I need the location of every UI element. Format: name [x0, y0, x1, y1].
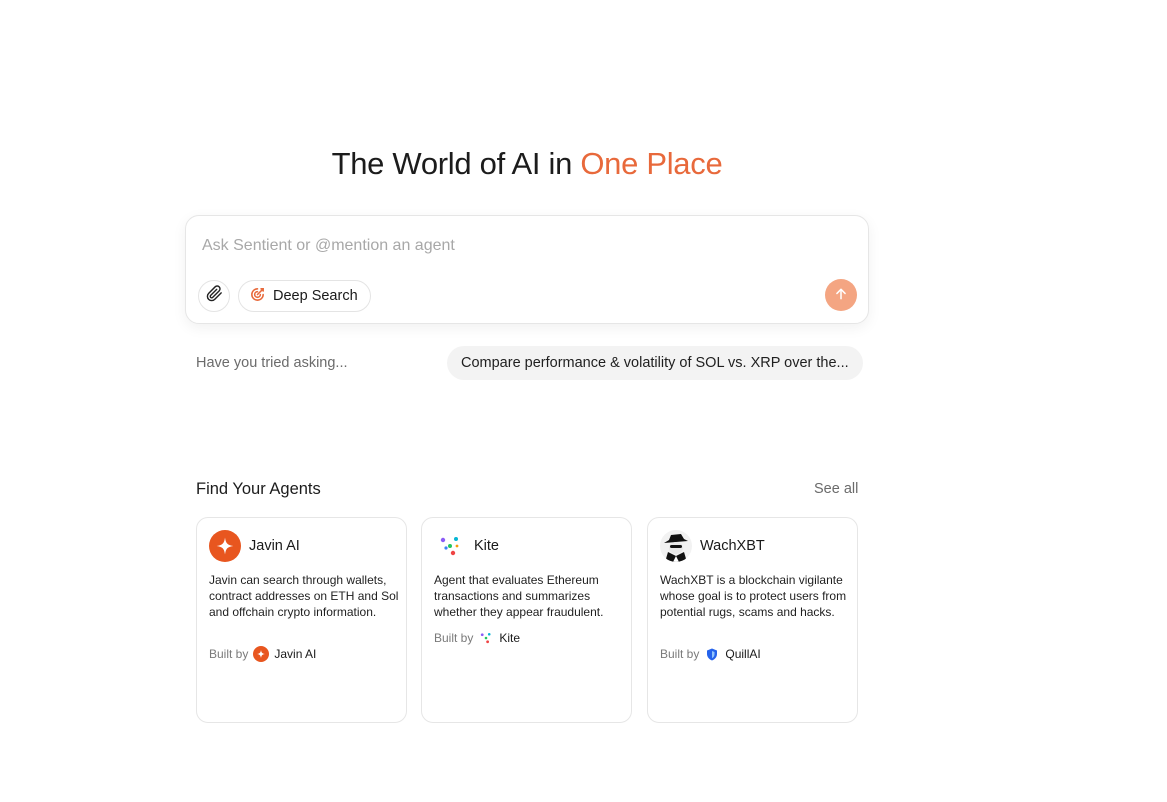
built-by-name[interactable]: Kite: [499, 631, 520, 645]
agent-built-by: Built by Kite: [434, 630, 520, 646]
agents-section-title: Find Your Agents: [196, 480, 321, 498]
hero-title-accent: One Place: [580, 146, 723, 181]
hero-title-main: The World of AI in: [331, 146, 581, 181]
built-by-name[interactable]: Javin AI: [274, 647, 316, 661]
javin-logo-icon: [209, 530, 241, 562]
agent-description: Agent that evaluates Ethereum transactio…: [434, 573, 604, 619]
target-search-icon: [249, 286, 266, 307]
agent-card-kite[interactable]: Kite Agent that evaluates Ethereum trans…: [421, 517, 632, 723]
agent-built-by: Built by QuillAI: [660, 646, 761, 662]
prompt-box: Deep Search: [185, 215, 869, 324]
agent-name: Kite: [474, 538, 499, 554]
shield-logo-icon: [704, 646, 720, 662]
agent-name: WachXBT: [700, 538, 765, 554]
built-by-name[interactable]: QuillAI: [725, 647, 760, 661]
detective-avatar-icon: [660, 530, 692, 562]
built-by-label: Built by: [209, 647, 249, 661]
agent-card-header: WachXBT: [660, 530, 765, 562]
built-by-label: Built by: [660, 647, 700, 661]
agent-description: WachXBT is a blockchain vigilante whose …: [660, 573, 847, 619]
suggestions-label: Have you tried asking...: [196, 355, 348, 371]
agent-name: Javin AI: [249, 538, 300, 554]
agent-card-header: Javin AI: [209, 530, 300, 562]
paperclip-icon: [206, 285, 223, 307]
hero-title: The World of AI in One Place: [0, 146, 1054, 182]
deep-search-label: Deep Search: [273, 288, 358, 304]
agent-card-wachxbt[interactable]: WachXBT WachXBT is a blockchain vigilant…: [647, 517, 858, 723]
kite-small-logo-icon: [478, 630, 494, 646]
agent-built-by: Built by Javin AI: [209, 646, 316, 662]
agent-description: Javin can search through wallets, contra…: [209, 573, 399, 619]
agent-card-javin-ai[interactable]: Javin AI Javin can search through wallet…: [196, 517, 407, 723]
send-button[interactable]: [825, 279, 857, 311]
arrow-up-icon: [834, 287, 848, 304]
attach-button[interactable]: [198, 280, 230, 312]
prompt-input[interactable]: [202, 234, 842, 258]
agent-card-header: Kite: [434, 530, 499, 562]
javin-small-logo-icon: [253, 646, 270, 662]
see-all-link[interactable]: See all: [814, 481, 858, 497]
built-by-label: Built by: [434, 631, 474, 645]
kite-logo-icon: [434, 530, 466, 562]
deep-search-button[interactable]: Deep Search: [238, 280, 371, 312]
suggestion-chip[interactable]: Compare performance & volatility of SOL …: [447, 346, 863, 380]
